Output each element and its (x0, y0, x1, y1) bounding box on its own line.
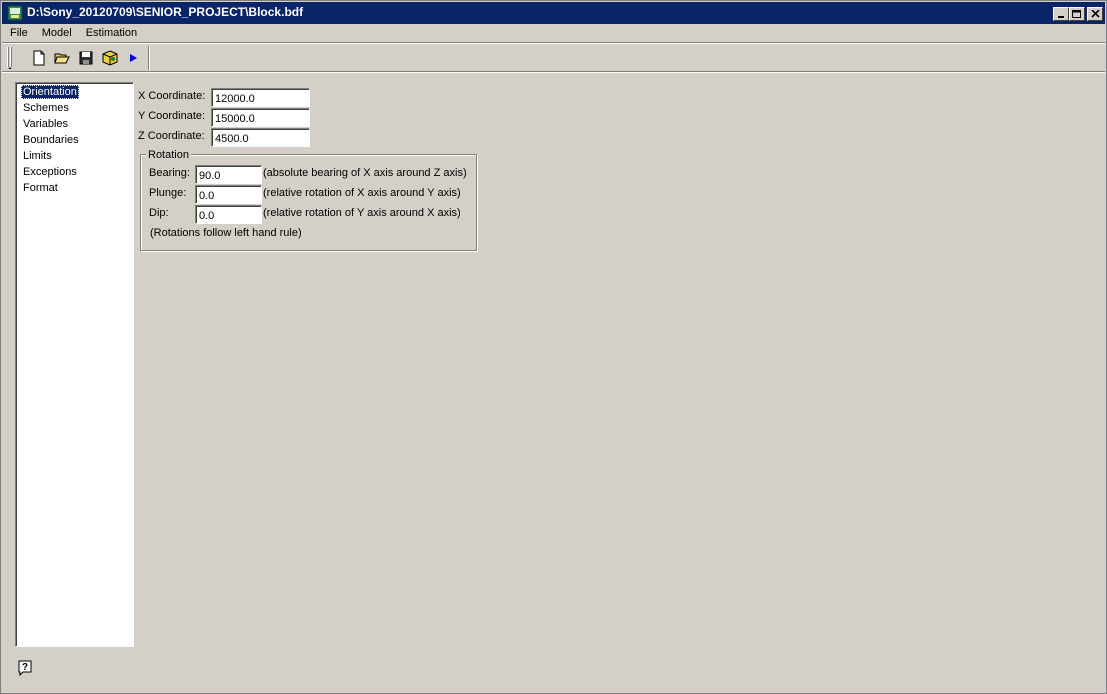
rotation-footnote: (Rotations follow left hand rule) (150, 227, 302, 239)
toolbar-bottom-separator (2, 71, 1105, 73)
x-coordinate-input[interactable] (211, 88, 310, 107)
menu-model[interactable]: Model (34, 27, 78, 39)
new-file-icon (33, 50, 45, 66)
run-button[interactable] (123, 48, 143, 68)
app-window: D:\Sony_20120709\SENIOR_PROJECT\Block.bd… (0, 0, 1107, 694)
app-icon (7, 5, 23, 21)
package-button[interactable] (100, 48, 120, 68)
z-coordinate-label: Z Coordinate: (138, 130, 205, 142)
toolbar-grip-icon[interactable] (6, 47, 14, 69)
menu-estimation[interactable]: Estimation (78, 27, 143, 39)
toolbar (2, 44, 1105, 71)
svg-text:?: ? (22, 662, 28, 673)
new-file-button[interactable] (29, 48, 49, 68)
section-item-boundaries[interactable]: Boundaries (21, 133, 81, 147)
save-button[interactable] (76, 48, 96, 68)
x-coordinate-label: X Coordinate: (138, 90, 206, 102)
open-button[interactable] (52, 48, 72, 68)
y-coordinate-input[interactable] (211, 108, 310, 127)
y-coordinate-label: Y Coordinate: (138, 110, 206, 122)
section-item-exceptions[interactable]: Exceptions (21, 165, 79, 179)
section-item-variables[interactable]: Variables (21, 117, 70, 131)
bearing-label: Bearing: (149, 167, 190, 179)
menu-file[interactable]: File (2, 27, 34, 39)
cube-icon (102, 50, 118, 66)
bearing-input[interactable] (195, 165, 262, 184)
rotation-group-title: Rotation (146, 149, 191, 161)
title-bar[interactable]: D:\Sony_20120709\SENIOR_PROJECT\Block.bd… (2, 2, 1105, 24)
help-button[interactable]: ? (17, 659, 35, 677)
play-icon (130, 54, 137, 62)
section-item-orientation[interactable]: Orientation (21, 85, 79, 99)
close-button[interactable] (1087, 7, 1103, 21)
minimize-icon (1058, 16, 1064, 18)
bearing-note: (absolute bearing of X axis around Z axi… (263, 167, 467, 179)
open-folder-icon (54, 53, 70, 64)
section-item-schemes[interactable]: Schemes (21, 101, 71, 115)
menu-bar: File Model Estimation (2, 24, 1105, 42)
window-title: D:\Sony_20120709\SENIOR_PROJECT\Block.bd… (27, 5, 304, 19)
plunge-input[interactable] (195, 185, 262, 204)
maximize-button[interactable] (1069, 7, 1085, 21)
dip-label: Dip: (149, 207, 169, 219)
save-icon (79, 51, 93, 65)
close-icon (1090, 10, 1100, 18)
plunge-note: (relative rotation of X axis around Y ax… (263, 187, 461, 199)
help-icon: ? (18, 660, 32, 677)
z-coordinate-input[interactable] (211, 128, 310, 147)
section-item-limits[interactable]: Limits (21, 149, 54, 163)
toolbar-separator (148, 46, 150, 70)
minimize-button[interactable] (1053, 7, 1069, 21)
dip-note: (relative rotation of Y axis around X ax… (263, 207, 461, 219)
section-item-format[interactable]: Format (21, 181, 60, 195)
plunge-label: Plunge: (149, 187, 187, 199)
section-list[interactable]: Orientation Schemes Variables Boundaries… (15, 82, 134, 647)
dip-input[interactable] (195, 205, 262, 224)
maximize-icon (1072, 9, 1081, 18)
